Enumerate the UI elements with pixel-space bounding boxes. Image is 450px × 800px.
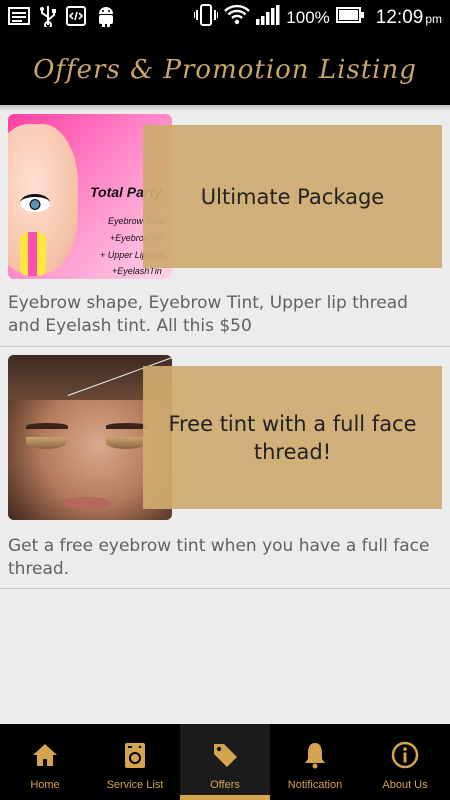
offer-title: Ultimate Package	[143, 125, 442, 268]
battery-percent: 100%	[286, 7, 330, 27]
nav-item-home[interactable]: Home	[0, 724, 90, 800]
washing-machine-icon	[125, 743, 145, 768]
clock-ampm: pm	[425, 11, 442, 26]
nav-item-about-us[interactable]: About Us	[360, 724, 450, 800]
status-bar: 100% 12:09 pm	[0, 0, 450, 34]
info-icon	[391, 741, 419, 769]
wifi-icon	[224, 4, 251, 31]
clock: 12:09 pm	[376, 7, 442, 29]
model-left-eyelid	[26, 437, 66, 449]
nav-item-offers[interactable]: Offers	[180, 724, 270, 800]
model-left-brow	[26, 423, 68, 429]
vibrate-icon	[193, 4, 220, 31]
nav-item-notification[interactable]: Notification	[270, 724, 360, 800]
app-header: Offers & Promotion Listing	[0, 34, 450, 105]
nav-label-service-list: Service List	[106, 779, 164, 791]
signal-icon	[256, 5, 280, 30]
nav-label-about-us: About Us	[382, 779, 428, 791]
usb-icon	[40, 5, 56, 31]
gallery-icon	[8, 7, 30, 29]
offer-title: Free tint with a full face thread!	[143, 366, 442, 509]
developer-code-icon	[66, 6, 86, 30]
clock-time: 12:09	[375, 6, 424, 28]
offer-card-ultimate-package[interactable]: Total Party Eyebrow Shap +EyebrowTin + U…	[0, 111, 450, 347]
model-lips	[63, 497, 111, 509]
battery-icon	[335, 7, 364, 28]
home-icon	[33, 744, 57, 766]
offer-description: Eyebrow shape, Eyebrow Tint, Upper lip t…	[8, 293, 408, 336]
notification-icons	[8, 5, 116, 31]
page-title: Offers & Promotion Listing	[33, 54, 417, 85]
nav-label-notification: Notification	[287, 779, 343, 791]
system-indicators: 100% 12:09 pm	[193, 4, 442, 31]
model-nails-illustration	[20, 232, 46, 276]
nav-label-offers: Offers	[210, 779, 240, 791]
model-eye-illustration	[20, 194, 50, 212]
nav-label-home: Home	[30, 779, 60, 791]
bell-icon	[305, 743, 325, 769]
tag-icon	[214, 744, 237, 767]
android-icon	[96, 5, 116, 31]
offer-card-free-tint[interactable]: Free tint with a full face thread! Get a…	[0, 348, 450, 589]
model-right-brow	[106, 423, 148, 429]
offer-description: Get a free eyebrow tint when you have a …	[8, 536, 430, 579]
model-right-eyelid	[106, 437, 146, 449]
bottom-navigation: Home Service List Offers Notification Ab…	[0, 724, 450, 800]
nav-item-service-list[interactable]: Service List	[90, 724, 180, 800]
